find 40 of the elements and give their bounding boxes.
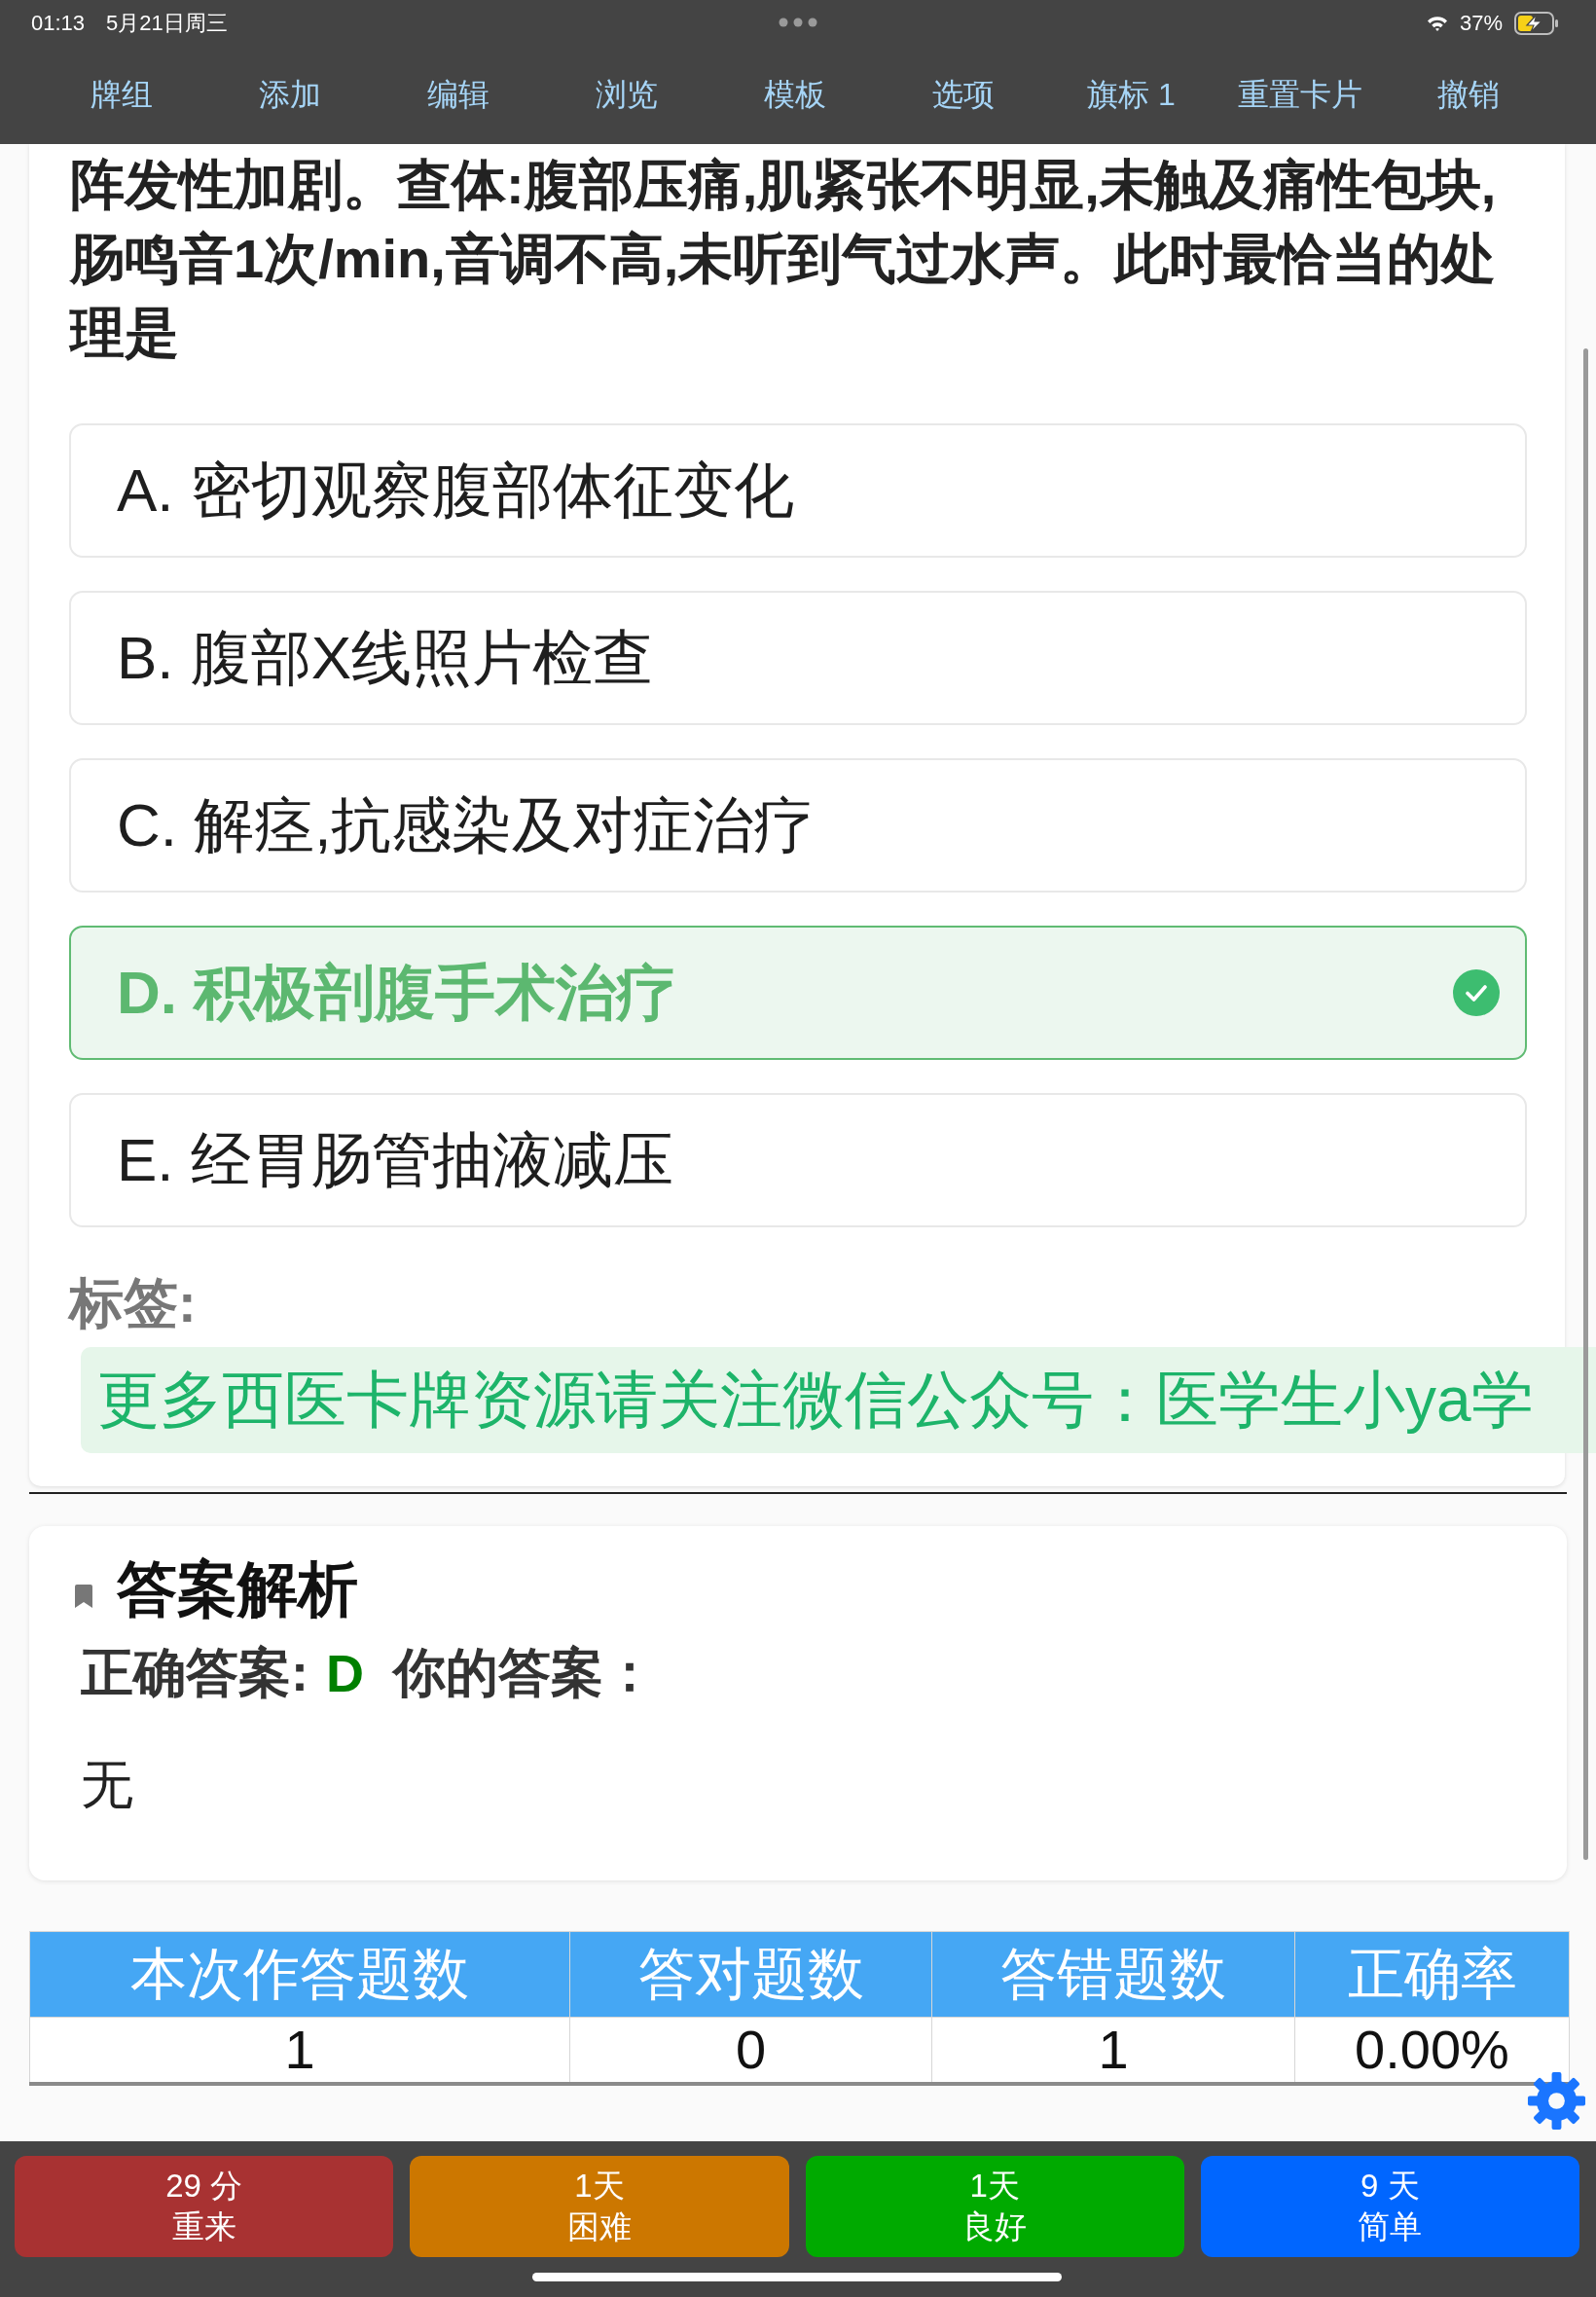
column-header: 正确率 bbox=[1294, 1931, 1570, 2018]
answer-option[interactable]: A. 密切观察腹部体征变化 bbox=[69, 423, 1527, 558]
table-cell: 1 bbox=[931, 2017, 1295, 2084]
review-button[interactable]: 1天 困难 bbox=[410, 2156, 789, 2257]
settings-icon[interactable] bbox=[1526, 2070, 1587, 2132]
bookmark-icon bbox=[75, 1585, 92, 1608]
toolbar-button[interactable]: 旗标 1 bbox=[1079, 68, 1183, 123]
column-header: 答对题数 bbox=[569, 1931, 932, 2018]
column-header: 本次作答题数 bbox=[29, 1931, 570, 2018]
your-answer-label: 你的答案： bbox=[393, 1641, 656, 1703]
toolbar-button[interactable]: 撤销 bbox=[1429, 68, 1507, 123]
answer-option[interactable]: C. 解痉,抗感染及对症治疗 bbox=[69, 758, 1527, 893]
battery-charging-icon bbox=[1514, 12, 1559, 35]
toolbar-button[interactable]: 浏览 bbox=[587, 68, 666, 123]
analysis-title: 答案解析 bbox=[117, 1554, 358, 1624]
explanation-text: 无 bbox=[80, 1754, 134, 1815]
review-button[interactable]: 9 天 简单 bbox=[1200, 2156, 1579, 2257]
status-time: 01:13 bbox=[31, 11, 86, 36]
more-dots-icon[interactable] bbox=[779, 18, 817, 27]
table-cell: 1 bbox=[29, 2017, 570, 2084]
table-cell: 0 bbox=[569, 2017, 932, 2084]
check-circle-icon bbox=[1453, 969, 1500, 1016]
answer-option[interactable]: B. 腹部X线照片检查 bbox=[69, 591, 1527, 725]
column-header: 答错题数 bbox=[931, 1931, 1295, 2018]
review-button[interactable]: 29 分 重来 bbox=[15, 2156, 394, 2257]
battery-percent: 37% bbox=[1459, 11, 1503, 36]
toolbar-button[interactable]: 模板 bbox=[755, 68, 834, 123]
tags-label: 标签: bbox=[69, 1271, 197, 1335]
answer-option[interactable]: E. 经胃肠管抽液减压 bbox=[69, 1093, 1527, 1227]
wifi-icon bbox=[1426, 16, 1448, 31]
tag-chip: 更多西医卡牌资源请关注微信公众号：医学生小ya学 bbox=[81, 1347, 1596, 1453]
toolbar-button[interactable]: 添加 bbox=[250, 68, 329, 123]
question-text: 阵发性加剧。查体:腹部压痛,肌紧张不明显,未触及痛性包块,肠鸣音1次/min,音调不高,未听到气过水声。此时最恰当的处理是 bbox=[70, 153, 1498, 365]
toolbar-button[interactable]: 重置卡片 bbox=[1229, 68, 1370, 123]
toolbar-button[interactable]: 编辑 bbox=[418, 68, 497, 123]
status-date: 5月21日周三 bbox=[106, 10, 228, 37]
toolbar-button[interactable]: 牌组 bbox=[82, 68, 161, 123]
correct-answer-value: D bbox=[326, 1643, 364, 1703]
toolbar-button[interactable]: 选项 bbox=[924, 68, 1002, 123]
correct-answer-label: 正确答案: bbox=[81, 1641, 308, 1703]
